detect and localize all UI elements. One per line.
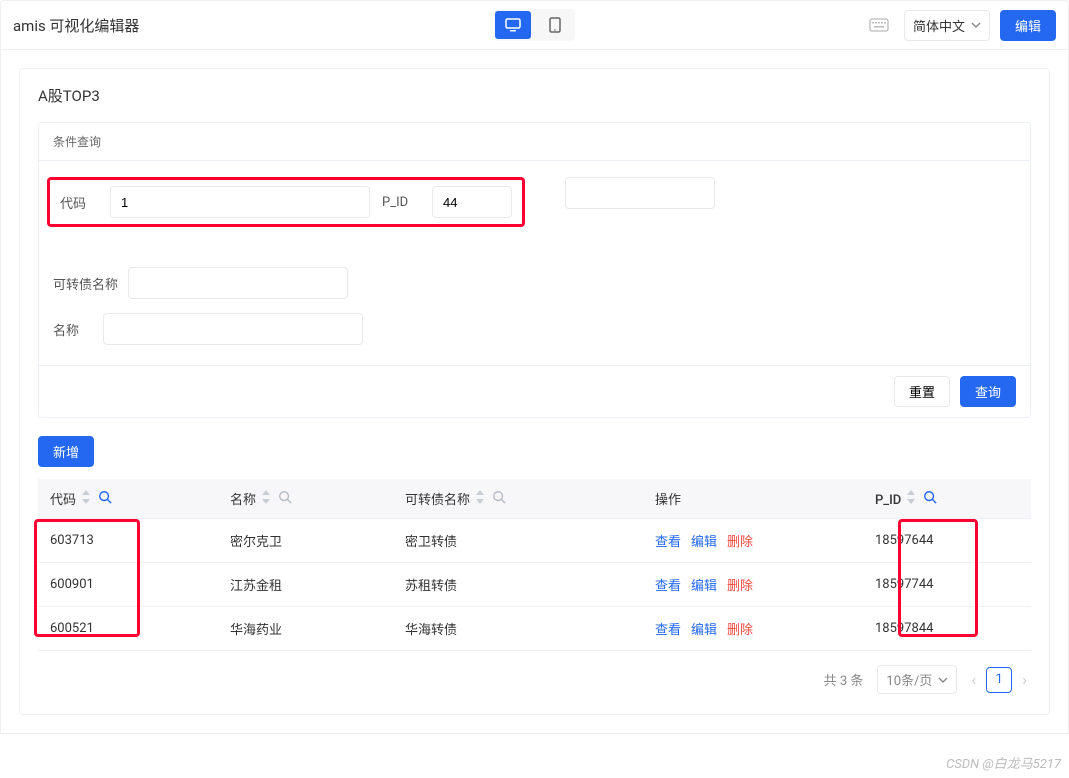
page-size-select[interactable]: 10条/页 (877, 665, 957, 694)
sort-icon[interactable] (476, 490, 486, 504)
cell-ops: 查看编辑删除 (643, 519, 863, 563)
pagination: 共 3 条 10条/页 ‹ 1 › (38, 651, 1031, 696)
language-label: 简体中文 (913, 16, 965, 35)
cell-bond: 苏租转债 (393, 563, 643, 607)
view-link[interactable]: 查看 (655, 579, 681, 594)
current-page[interactable]: 1 (986, 667, 1012, 693)
add-button[interactable]: 新增 (38, 436, 94, 467)
desktop-icon (505, 18, 521, 32)
table-row: 600901江苏金租苏租转债查看编辑删除18597744 (38, 563, 1031, 607)
col-bond: 可转债名称 (405, 493, 470, 508)
search-button[interactable]: 查询 (960, 376, 1016, 407)
edit-link[interactable]: 编辑 (691, 579, 717, 594)
name-label: 名称 (53, 320, 93, 339)
highlight-filter-box: 代码 P_ID (47, 177, 525, 227)
col-name: 名称 (230, 493, 256, 508)
language-select[interactable]: 简体中文 (904, 10, 990, 41)
sort-icon[interactable] (907, 490, 917, 504)
delete-link[interactable]: 删除 (727, 623, 753, 638)
reset-button[interactable]: 重置 (894, 376, 950, 407)
prev-page-button[interactable]: ‹ (971, 670, 976, 689)
mobile-icon (549, 17, 561, 33)
extra-input[interactable] (565, 177, 715, 209)
view-link[interactable]: 查看 (655, 623, 681, 638)
cell-code: 603713 (38, 519, 218, 563)
cell-pid: 18597644 (863, 519, 1031, 563)
view-link[interactable]: 查看 (655, 535, 681, 550)
search-icon[interactable] (278, 490, 292, 504)
app-title: amis 可视化编辑器 (13, 15, 357, 36)
bond-input[interactable] (128, 267, 348, 299)
cell-name: 江苏金租 (218, 563, 393, 607)
edit-button[interactable]: 编辑 (1000, 10, 1056, 41)
edit-link[interactable]: 编辑 (691, 535, 717, 550)
bond-label: 可转债名称 (53, 274, 118, 293)
cell-ops: 查看编辑删除 (643, 607, 863, 651)
topbar: amis 可视化编辑器 简体中文 编辑 (0, 0, 1069, 50)
search-icon[interactable] (98, 490, 112, 504)
cell-pid: 18597744 (863, 563, 1031, 607)
delete-link[interactable]: 删除 (727, 579, 753, 594)
code-label: 代码 (60, 193, 100, 212)
pid-label: P_ID (382, 195, 422, 210)
keyboard-icon[interactable] (864, 14, 894, 36)
next-page-button[interactable]: › (1022, 670, 1027, 689)
name-input[interactable] (103, 313, 363, 345)
cell-bond: 华海转债 (393, 607, 643, 651)
cell-bond: 密卫转债 (393, 519, 643, 563)
data-table: 代码 名称 可转债名称 操作 P_ID 603713密尔克卫密卫转债查看编辑删除… (38, 479, 1031, 651)
delete-link[interactable]: 删除 (727, 535, 753, 550)
pid-input[interactable] (432, 186, 512, 218)
watermark: CSDN @白龙马5217 (946, 753, 1061, 772)
code-input[interactable] (110, 186, 370, 218)
filter-title: 条件查询 (39, 123, 1030, 161)
cell-name: 密尔克卫 (218, 519, 393, 563)
search-icon[interactable] (923, 490, 937, 504)
col-ops: 操作 (655, 493, 681, 508)
sort-icon[interactable] (262, 490, 272, 504)
col-code: 代码 (50, 493, 76, 508)
chevron-down-icon (938, 677, 948, 683)
table-row: 600521华海药业华海转债查看编辑删除18597844 (38, 607, 1031, 651)
device-switcher (357, 9, 712, 41)
chevron-down-icon (971, 22, 981, 28)
sort-icon[interactable] (82, 490, 92, 504)
cell-ops: 查看编辑删除 (643, 563, 863, 607)
filter-panel: 条件查询 代码 P_ID (38, 122, 1031, 418)
cell-code: 600521 (38, 607, 218, 651)
search-icon[interactable] (492, 490, 506, 504)
col-pid: P_ID (875, 493, 901, 508)
page-title: A股TOP3 (20, 69, 1049, 122)
device-desktop-button[interactable] (495, 11, 531, 39)
edit-link[interactable]: 编辑 (691, 623, 717, 638)
cell-code: 600901 (38, 563, 218, 607)
table-row: 603713密尔克卫密卫转债查看编辑删除18597644 (38, 519, 1031, 563)
device-mobile-button[interactable] (537, 11, 573, 39)
total-text: 共 3 条 (824, 670, 864, 689)
cell-pid: 18597844 (863, 607, 1031, 651)
cell-name: 华海药业 (218, 607, 393, 651)
